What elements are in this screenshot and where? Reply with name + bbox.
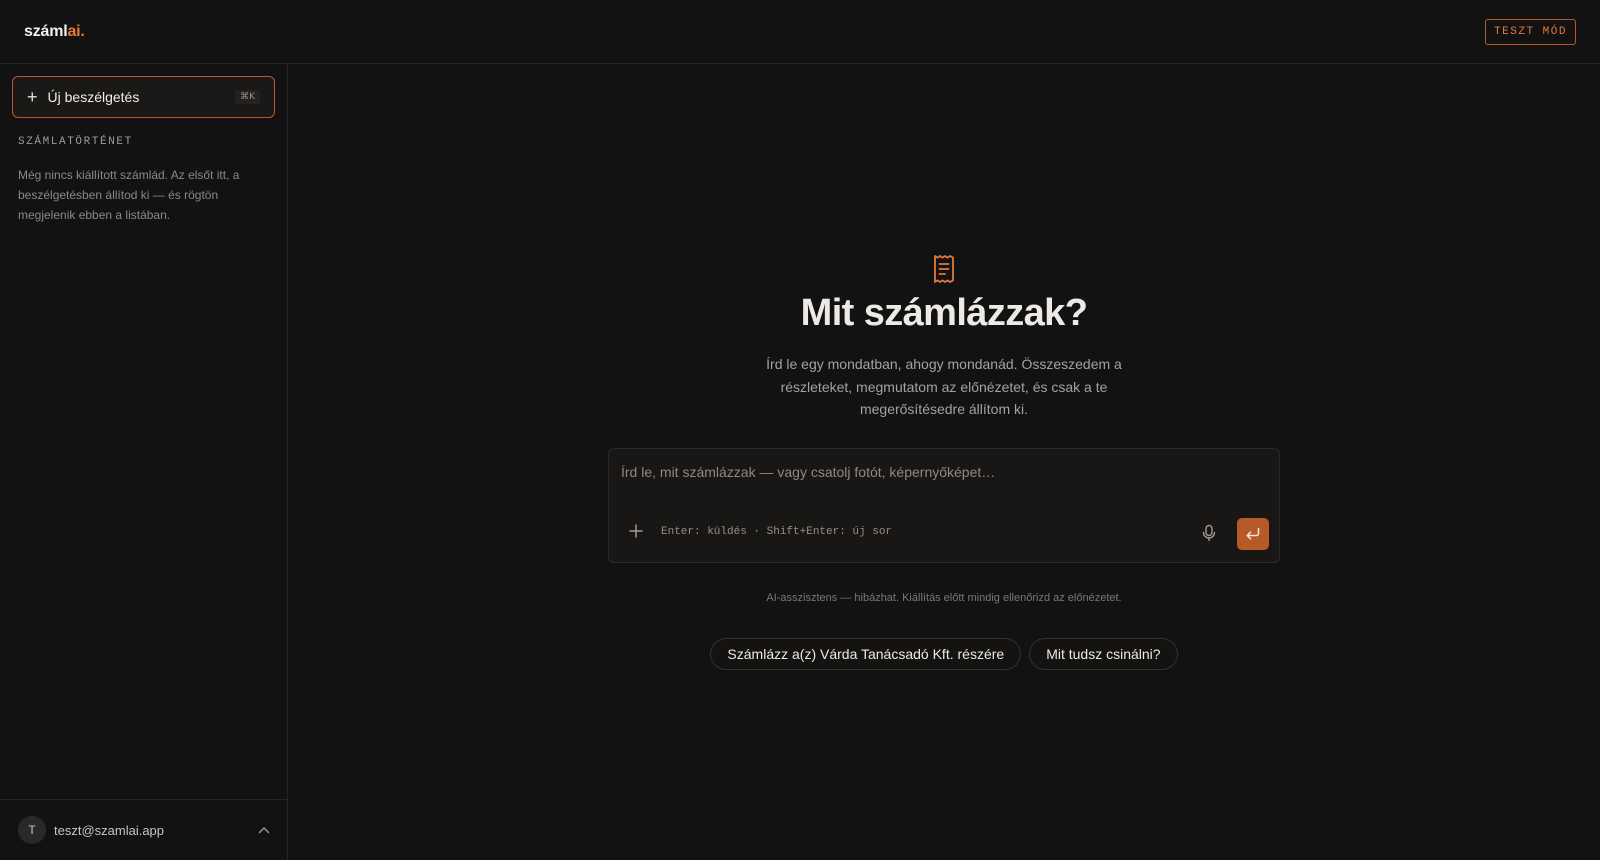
keyboard-hint: Enter: küldés · Shift+Enter: új sor xyxy=(661,526,893,538)
new-chat-button[interactable]: + Új beszélgetés ⌘K xyxy=(12,76,275,118)
user-menu[interactable]: T teszt@szamlai.app xyxy=(0,799,288,860)
page-title: Mit számlázzak? xyxy=(800,292,1088,334)
message-composer: Enter: küldés · Shift+Enter: új sor xyxy=(608,448,1280,563)
keyboard-shortcut-badge: ⌘K xyxy=(235,90,260,104)
message-input[interactable] xyxy=(621,461,1261,483)
send-button[interactable] xyxy=(1237,518,1269,550)
history-title: SZÁMLATÖRTÉNET xyxy=(18,136,133,148)
receipt-icon xyxy=(288,254,1600,286)
top-bar: számlai. TESZT MÓD xyxy=(0,0,1600,64)
sidebar: + Új beszélgetés ⌘K SZÁMLATÖRTÉNET Még n… xyxy=(0,64,288,860)
user-email: teszt@szamlai.app xyxy=(54,822,165,838)
app-logo[interactable]: számlai. xyxy=(24,23,85,41)
main-area: Mit számlázzak? Írd le egy mondatban, ah… xyxy=(288,64,1600,860)
chevron-up-icon xyxy=(258,823,270,837)
microphone-icon xyxy=(1202,524,1216,542)
avatar: T xyxy=(18,816,46,844)
suggestion-chips: Számlázz a(z) Várda Tanácsadó Kft. részé… xyxy=(288,638,1600,670)
suggestion-chip[interactable]: Számlázz a(z) Várda Tanácsadó Kft. részé… xyxy=(710,638,1022,670)
page-subtitle: Írd le egy mondatban, ahogy mondanád. Ös… xyxy=(766,356,1122,417)
history-empty-state: Még nincs kiállított számlád. Az elsőt i… xyxy=(18,168,240,222)
plus-icon xyxy=(629,524,643,538)
enter-icon xyxy=(1246,527,1260,540)
test-mode-badge[interactable]: TESZT MÓD xyxy=(1485,18,1576,45)
logo-accent: ai. xyxy=(67,22,85,40)
logo-text: száml xyxy=(24,22,68,40)
attach-button[interactable] xyxy=(625,522,647,544)
suggestion-chip[interactable]: Mit tudsz csinálni? xyxy=(1029,638,1178,670)
new-chat-label: Új beszélgetés xyxy=(47,89,140,105)
plus-icon: + xyxy=(27,87,38,107)
ai-disclaimer: AI-asszisztens — hibázhat. Kiállítás elő… xyxy=(766,592,1122,604)
microphone-button[interactable] xyxy=(1201,524,1219,542)
